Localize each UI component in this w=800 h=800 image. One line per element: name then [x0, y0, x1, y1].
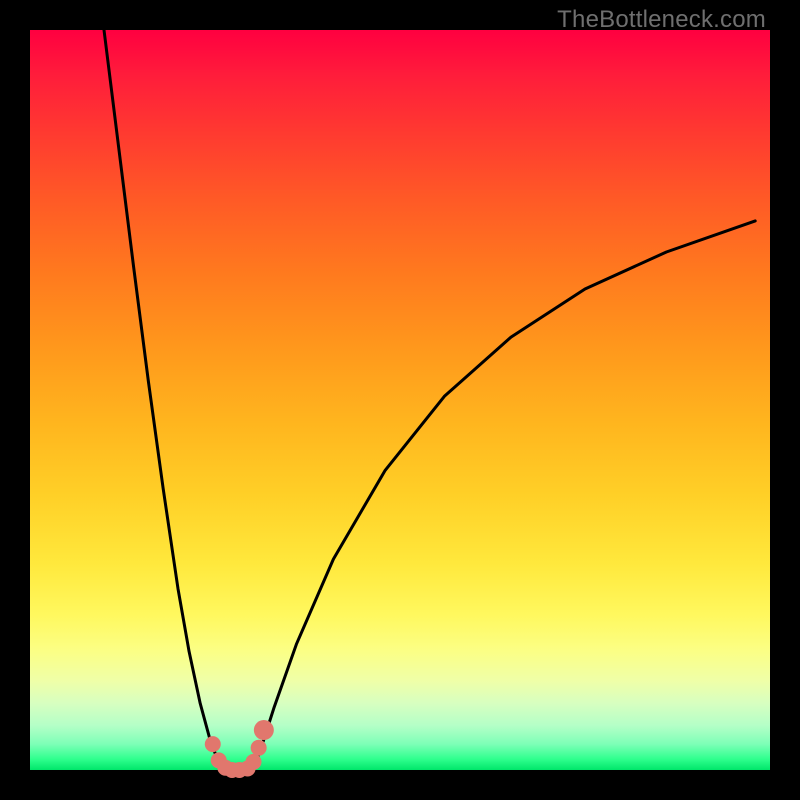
plot-area — [30, 30, 770, 770]
highlight-dot — [254, 720, 274, 740]
highlight-dot — [251, 740, 267, 756]
curve-right-branch — [252, 221, 755, 770]
curve-paths — [104, 30, 755, 770]
chart-frame: TheBottleneck.com — [0, 0, 800, 800]
curve-layer — [30, 30, 770, 770]
highlight-dot — [245, 754, 261, 770]
highlight-dots — [205, 720, 274, 778]
curve-left-branch — [104, 30, 227, 770]
highlight-dot — [205, 736, 221, 752]
